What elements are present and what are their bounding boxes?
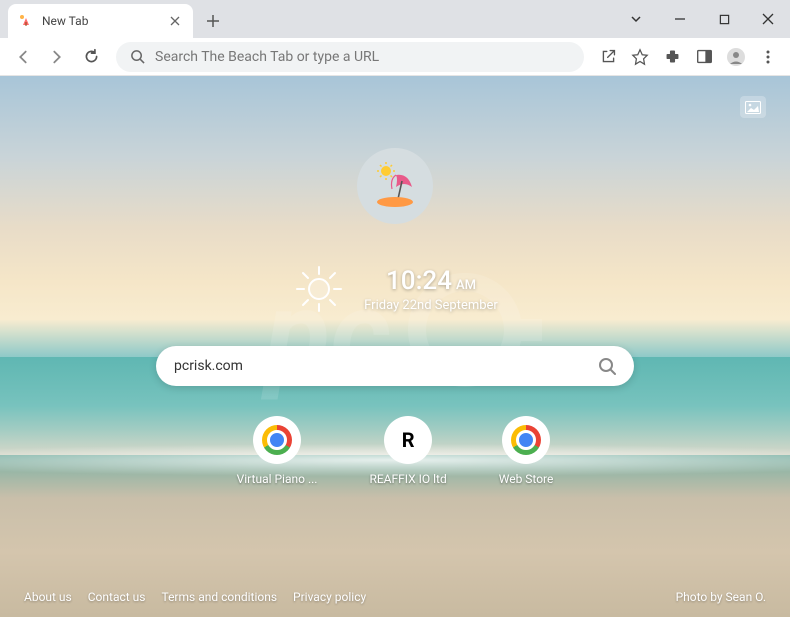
window-controls [618, 0, 790, 38]
search-icon [130, 49, 145, 64]
maximize-button[interactable] [706, 4, 742, 34]
search-input[interactable] [174, 358, 598, 374]
sun-icon [292, 262, 346, 316]
beach-logo-icon [357, 148, 433, 224]
shortcut-label: Web Store [499, 472, 554, 486]
forward-button[interactable] [42, 42, 72, 72]
extensions-icon[interactable] [658, 43, 686, 71]
date-line: Friday 22nd September [364, 298, 498, 313]
share-icon[interactable] [594, 43, 622, 71]
bookmark-icon[interactable] [626, 43, 654, 71]
shortcut-virtual-piano[interactable]: Virtual Piano ... [237, 416, 318, 486]
omnibox-placeholder: Search The Beach Tab or type a URL [155, 49, 379, 65]
address-bar: Search The Beach Tab or type a URL [0, 38, 790, 76]
tab-title: New Tab [42, 14, 159, 28]
letter-icon: R [384, 416, 432, 464]
weather-time-widget: 10:24 AM Friday 22nd September [292, 262, 498, 316]
browser-tab[interactable]: New Tab [8, 4, 193, 38]
time-value: 10:24 [386, 266, 452, 296]
omnibox[interactable]: Search The Beach Tab or type a URL [116, 42, 584, 72]
chrome-icon [253, 416, 301, 464]
close-window-button[interactable] [750, 4, 786, 34]
page-search-box[interactable] [156, 346, 634, 386]
footer-contact-link[interactable]: Contact us [88, 590, 146, 604]
shortcuts-row: Virtual Piano ... R REAFFIX IO ltd Web S… [237, 416, 554, 486]
footer-links: About us Contact us Terms and conditions… [24, 590, 366, 604]
footer-about-link[interactable]: About us [24, 590, 72, 604]
footer-privacy-link[interactable]: Privacy policy [293, 590, 366, 604]
minimize-button[interactable] [662, 4, 698, 34]
tab-dropdown-icon[interactable] [618, 4, 654, 34]
search-submit-icon[interactable] [598, 357, 616, 375]
back-button[interactable] [8, 42, 38, 72]
shortcut-label: Virtual Piano ... [237, 472, 318, 486]
page-content: pc [0, 76, 790, 617]
time-ampm: AM [456, 278, 476, 293]
chrome-icon [502, 416, 550, 464]
window-titlebar: New Tab [0, 0, 790, 38]
shortcut-reaffix[interactable]: R REAFFIX IO ltd [369, 416, 446, 486]
photo-credit: Photo by Sean O. [676, 590, 766, 604]
menu-icon[interactable] [754, 43, 782, 71]
footer-terms-link[interactable]: Terms and conditions [161, 590, 277, 604]
shortcut-label: REAFFIX IO ltd [369, 472, 446, 486]
reload-button[interactable] [76, 42, 106, 72]
new-tab-button[interactable] [199, 7, 227, 35]
page-footer: About us Contact us Terms and conditions… [0, 577, 790, 617]
beach-favicon-icon [18, 13, 34, 29]
clock-time: 10:24 AM [364, 266, 498, 296]
side-panel-icon[interactable] [690, 43, 718, 71]
close-tab-icon[interactable] [167, 13, 183, 29]
profile-icon[interactable] [722, 43, 750, 71]
shortcut-web-store[interactable]: Web Store [499, 416, 554, 486]
